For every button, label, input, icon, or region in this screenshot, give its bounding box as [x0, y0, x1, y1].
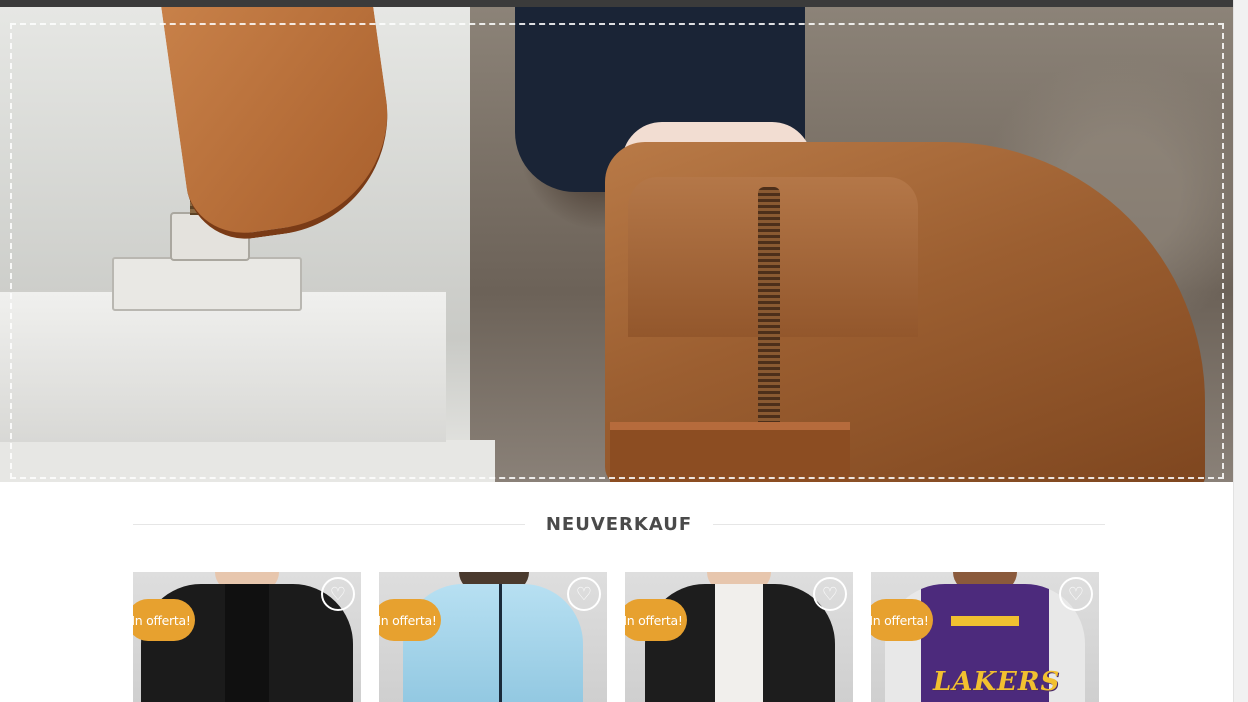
product-card[interactable]: LAKERS ♡ In offerta!: [871, 572, 1099, 702]
sale-badge: In offerta!: [871, 599, 933, 641]
heart-icon[interactable]: ♡: [813, 577, 847, 611]
product-card[interactable]: ♡ In offerta!: [133, 572, 361, 702]
hero-banner[interactable]: [0, 7, 1234, 482]
jacket-print: LAKERS: [933, 667, 1061, 697]
product-grid: ♡ In offerta! ♡ In offerta! ♡ In offerta…: [133, 572, 1113, 702]
hero-dashed-frame: [10, 23, 1224, 479]
sale-badge: In offerta!: [625, 599, 687, 641]
jacket-zipper: [499, 584, 502, 702]
sale-badge: In offerta!: [379, 599, 441, 641]
product-card[interactable]: ♡ In offerta!: [379, 572, 607, 702]
heart-icon[interactable]: ♡: [1059, 577, 1093, 611]
jacket-collar: [951, 616, 1019, 626]
product-card[interactable]: ♡ In offerta!: [625, 572, 853, 702]
heart-icon[interactable]: ♡: [321, 577, 355, 611]
scrollbar[interactable]: [1233, 0, 1248, 702]
model-sweater: [225, 584, 269, 702]
heart-icon[interactable]: ♡: [567, 577, 601, 611]
sale-badge: In offerta!: [133, 599, 195, 641]
section-title: NEUVERKAUF: [545, 514, 693, 535]
top-bar: [0, 0, 1248, 7]
model-tshirt: [715, 584, 763, 702]
section-header: NEUVERKAUF: [133, 508, 1105, 542]
